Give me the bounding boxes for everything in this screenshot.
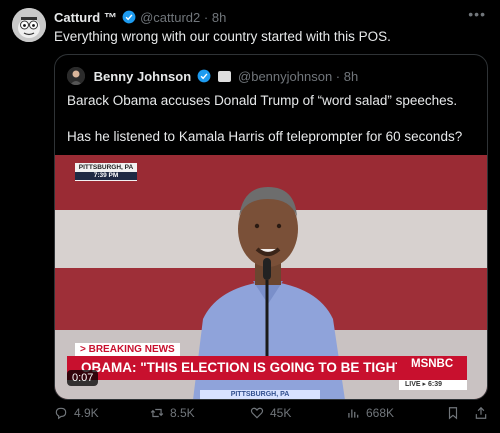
video-player[interactable]: PITTSBURGH, PA 7:39 PM > BREAKING NEWS O… xyxy=(55,155,487,399)
headline-chyron: OBAMA: "THIS ELECTION IS GOING TO BE TIG… xyxy=(67,356,410,380)
quoted-author-avatar[interactable] xyxy=(67,67,85,85)
quoted-post-time[interactable]: 8h xyxy=(344,69,358,84)
author-name[interactable]: Catturd ™ xyxy=(54,10,117,25)
reply-count: 4.9K xyxy=(74,406,99,420)
tweet: Catturd ™ @catturd2 · 8h ••• Everything … xyxy=(0,0,500,433)
author-handle[interactable]: @catturd2 xyxy=(140,10,200,25)
like-count: 45K xyxy=(270,406,292,420)
live-time: 6:39 xyxy=(427,381,442,388)
post-time[interactable]: 8h xyxy=(212,10,226,25)
like-button[interactable]: 45K xyxy=(250,406,291,420)
quoted-tweet-header: Benny Johnson @bennyjohnson · 8h xyxy=(67,67,358,85)
video-duration: 0:07 xyxy=(67,370,99,386)
views-icon xyxy=(348,409,359,418)
verified-badge-icon xyxy=(197,69,211,83)
repost-count: 8.5K xyxy=(170,406,195,420)
affiliation-badge-icon xyxy=(218,71,232,82)
location-time: 7:39 PM xyxy=(75,172,137,180)
quoted-paragraph-2: Has he listened to Kamala Harris off tel… xyxy=(67,129,463,144)
heart-icon xyxy=(250,407,264,419)
repost-button[interactable]: 8.5K xyxy=(150,406,195,420)
live-label: LIVE xyxy=(405,381,421,388)
network-badge: MSNBC xyxy=(397,356,467,380)
sub-chyron: PITTSBURGH, PA xyxy=(200,390,320,399)
microphone-icon xyxy=(263,258,271,358)
quoted-author-name[interactable]: Benny Johnson xyxy=(94,69,192,84)
tweet-header: Catturd ™ @catturd2 · 8h xyxy=(54,10,226,26)
location-name: PITTSBURGH, PA xyxy=(78,164,134,171)
action-bar: 4.9K 8.5K 45K 668K xyxy=(54,406,494,426)
quoted-paragraph-1: Barack Obama accuses Donald Trump of “wo… xyxy=(67,93,458,108)
quoted-tweet-text: Barack Obama accuses Donald Trump of “wo… xyxy=(67,92,477,146)
view-count: 668K xyxy=(366,406,395,420)
bookmark-button[interactable] xyxy=(446,406,460,420)
verified-badge-icon xyxy=(123,10,136,24)
share-icon xyxy=(475,406,487,419)
share-button[interactable] xyxy=(474,406,488,420)
more-icon[interactable]: ••• xyxy=(468,6,486,22)
tweet-text: Everything wrong with our country starte… xyxy=(54,29,391,44)
quoted-tweet[interactable]: Benny Johnson @bennyjohnson · 8h Barack … xyxy=(54,54,488,400)
separator-dot: · xyxy=(203,10,209,25)
reply-icon xyxy=(55,407,67,420)
bookmark-icon xyxy=(448,407,458,420)
network-logo: MSNBC xyxy=(411,358,454,370)
reply-button[interactable]: 4.9K xyxy=(54,406,99,420)
views-button[interactable]: 668K xyxy=(346,406,394,420)
separator-dot: · xyxy=(335,69,341,84)
quoted-author-handle[interactable]: @bennyjohnson xyxy=(238,69,332,84)
location-tag: PITTSBURGH, PA 7:39 PM xyxy=(75,163,137,181)
author-avatar[interactable] xyxy=(12,8,46,42)
live-indicator: LIVE ▸ 6:39 xyxy=(399,380,467,390)
repost-icon xyxy=(150,408,164,418)
breaking-news-label: > BREAKING NEWS xyxy=(75,343,180,357)
